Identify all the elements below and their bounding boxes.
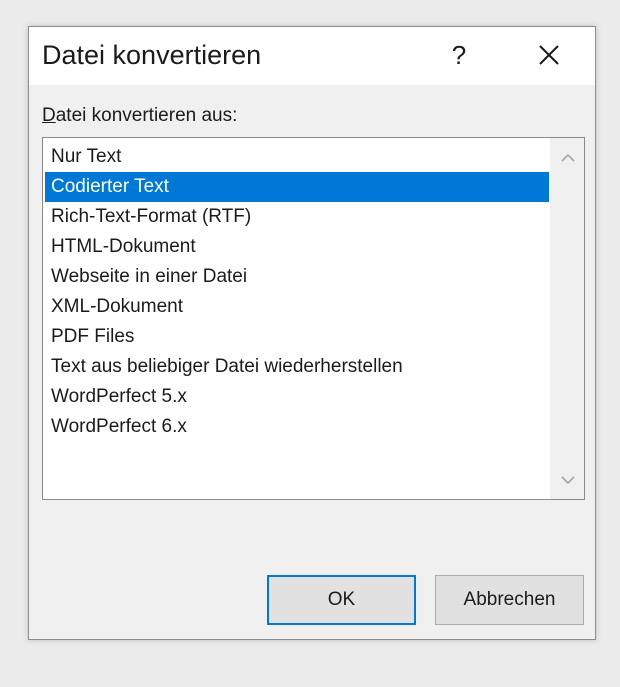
list-item[interactable]: WordPerfect 6.x: [45, 412, 549, 442]
title-bar: Datei konvertieren ?: [29, 27, 595, 85]
listbox-items: Nur Text Codierter Text Rich-Text-Format (…: [45, 142, 549, 442]
chevron-up-icon: [561, 153, 575, 162]
scroll-down-button[interactable]: [551, 465, 584, 495]
list-label-text: atei konvertieren aus:: [55, 105, 238, 126]
file-format-listbox[interactable]: Nur Text Codierter Text Rich-Text-Format (…: [42, 137, 585, 500]
list-label-mnemonic: D: [42, 105, 56, 126]
convert-file-dialog: Datei konvertieren ? Datei konvertieren …: [28, 26, 596, 640]
list-label: Datei konvertieren aus:: [42, 105, 237, 127]
close-icon: [539, 45, 559, 65]
ok-button[interactable]: OK: [267, 575, 416, 625]
vertical-scrollbar[interactable]: [550, 138, 584, 499]
list-item[interactable]: PDF Files: [45, 322, 549, 352]
dialog-title: Datei konvertieren: [42, 40, 262, 70]
list-item[interactable]: Codierter Text: [45, 172, 549, 202]
list-item[interactable]: XML-Dokument: [45, 292, 549, 322]
list-item[interactable]: Text aus beliebiger Datei wiederherstell…: [45, 352, 549, 382]
cancel-button[interactable]: Abbrechen: [435, 575, 584, 625]
close-button[interactable]: [527, 35, 571, 75]
list-item[interactable]: Nur Text: [45, 142, 549, 172]
list-item[interactable]: WordPerfect 5.x: [45, 382, 549, 412]
chevron-down-icon: [561, 475, 575, 484]
list-item[interactable]: Rich-Text-Format (RTF): [45, 202, 549, 232]
scroll-up-button[interactable]: [551, 142, 584, 172]
list-item[interactable]: HTML-Dokument: [45, 232, 549, 262]
list-item[interactable]: Webseite in einer Datei: [45, 262, 549, 292]
help-button[interactable]: ?: [439, 35, 479, 75]
